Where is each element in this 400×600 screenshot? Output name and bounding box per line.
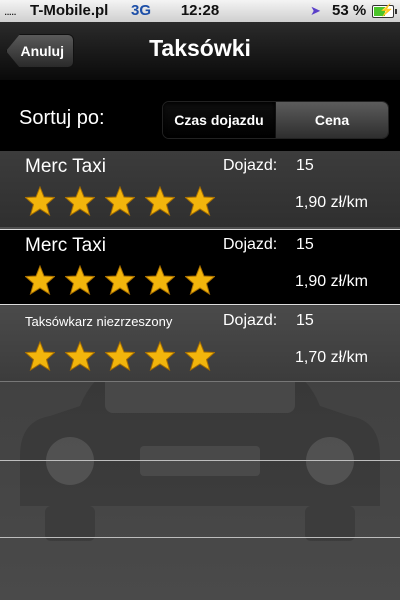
status-bar: ..... T-Mobile.pl 3G 12:28 ➤ 53 % ⚡ — [0, 0, 400, 22]
star-icon — [145, 265, 175, 295]
list-item[interactable]: Taksówkarz niezrzeszony Dojazd: 15 1,70 … — [0, 306, 400, 382]
star-icon — [185, 341, 215, 371]
sort-label: Sortuj po: — [19, 107, 105, 129]
star-icon — [25, 265, 55, 295]
star-icon — [65, 186, 95, 216]
taxi-name: Merc Taxi — [25, 235, 106, 256]
navigation-bar: Anuluj Taksówki — [0, 22, 400, 81]
taxi-name: Taksówkarz niezrzeszony — [25, 314, 173, 329]
arrival-label: Dojazd: — [223, 236, 278, 253]
list-item[interactable]: Merc Taxi Dojazd: 15 1,90 zł/km — [0, 151, 400, 227]
star-icon — [105, 341, 135, 371]
price: 1,70 zł/km — [295, 349, 368, 366]
star-icon — [185, 186, 215, 216]
battery-percent: 53 % — [332, 2, 367, 19]
rating-stars — [25, 186, 215, 216]
star-icon — [25, 186, 55, 216]
taxi-list: Merc Taxi Dojazd: 15 1,90 zł/km Merc Tax… — [0, 151, 400, 600]
star-icon — [105, 265, 135, 295]
taxi-name: Merc Taxi — [25, 156, 106, 177]
price: 1,90 zł/km — [295, 194, 368, 211]
location-arrow-icon: ➤ — [310, 3, 321, 18]
list-item[interactable]: Merc Taxi Dojazd: 15 1,90 zł/km — [0, 229, 400, 305]
star-icon — [65, 341, 95, 371]
arrival-label: Dojazd: — [223, 312, 278, 329]
arrival-label: Dojazd: — [223, 157, 278, 174]
star-icon — [65, 265, 95, 295]
battery-icon: ⚡ — [372, 3, 397, 18]
star-icon — [25, 341, 55, 371]
star-icon — [185, 265, 215, 295]
arrival-value: 15 — [296, 236, 314, 253]
rating-stars — [25, 341, 215, 371]
divider — [0, 537, 400, 538]
rating-stars — [25, 265, 215, 295]
arrival-value: 15 — [296, 312, 314, 329]
star-icon — [145, 341, 175, 371]
price: 1,90 zł/km — [295, 273, 368, 290]
star-icon — [145, 186, 175, 216]
sort-option-czas-dojazdu[interactable]: Czas dojazdu — [163, 102, 275, 138]
divider — [0, 460, 400, 461]
sort-option-cena[interactable]: Cena — [275, 102, 388, 138]
sort-segmented-control: Czas dojazdu Cena — [162, 101, 389, 139]
sort-bar: Sortuj po: Czas dojazdu Cena — [0, 81, 400, 151]
arrival-value: 15 — [296, 157, 314, 174]
star-icon — [105, 186, 135, 216]
page-title: Taksówki — [149, 35, 251, 61]
